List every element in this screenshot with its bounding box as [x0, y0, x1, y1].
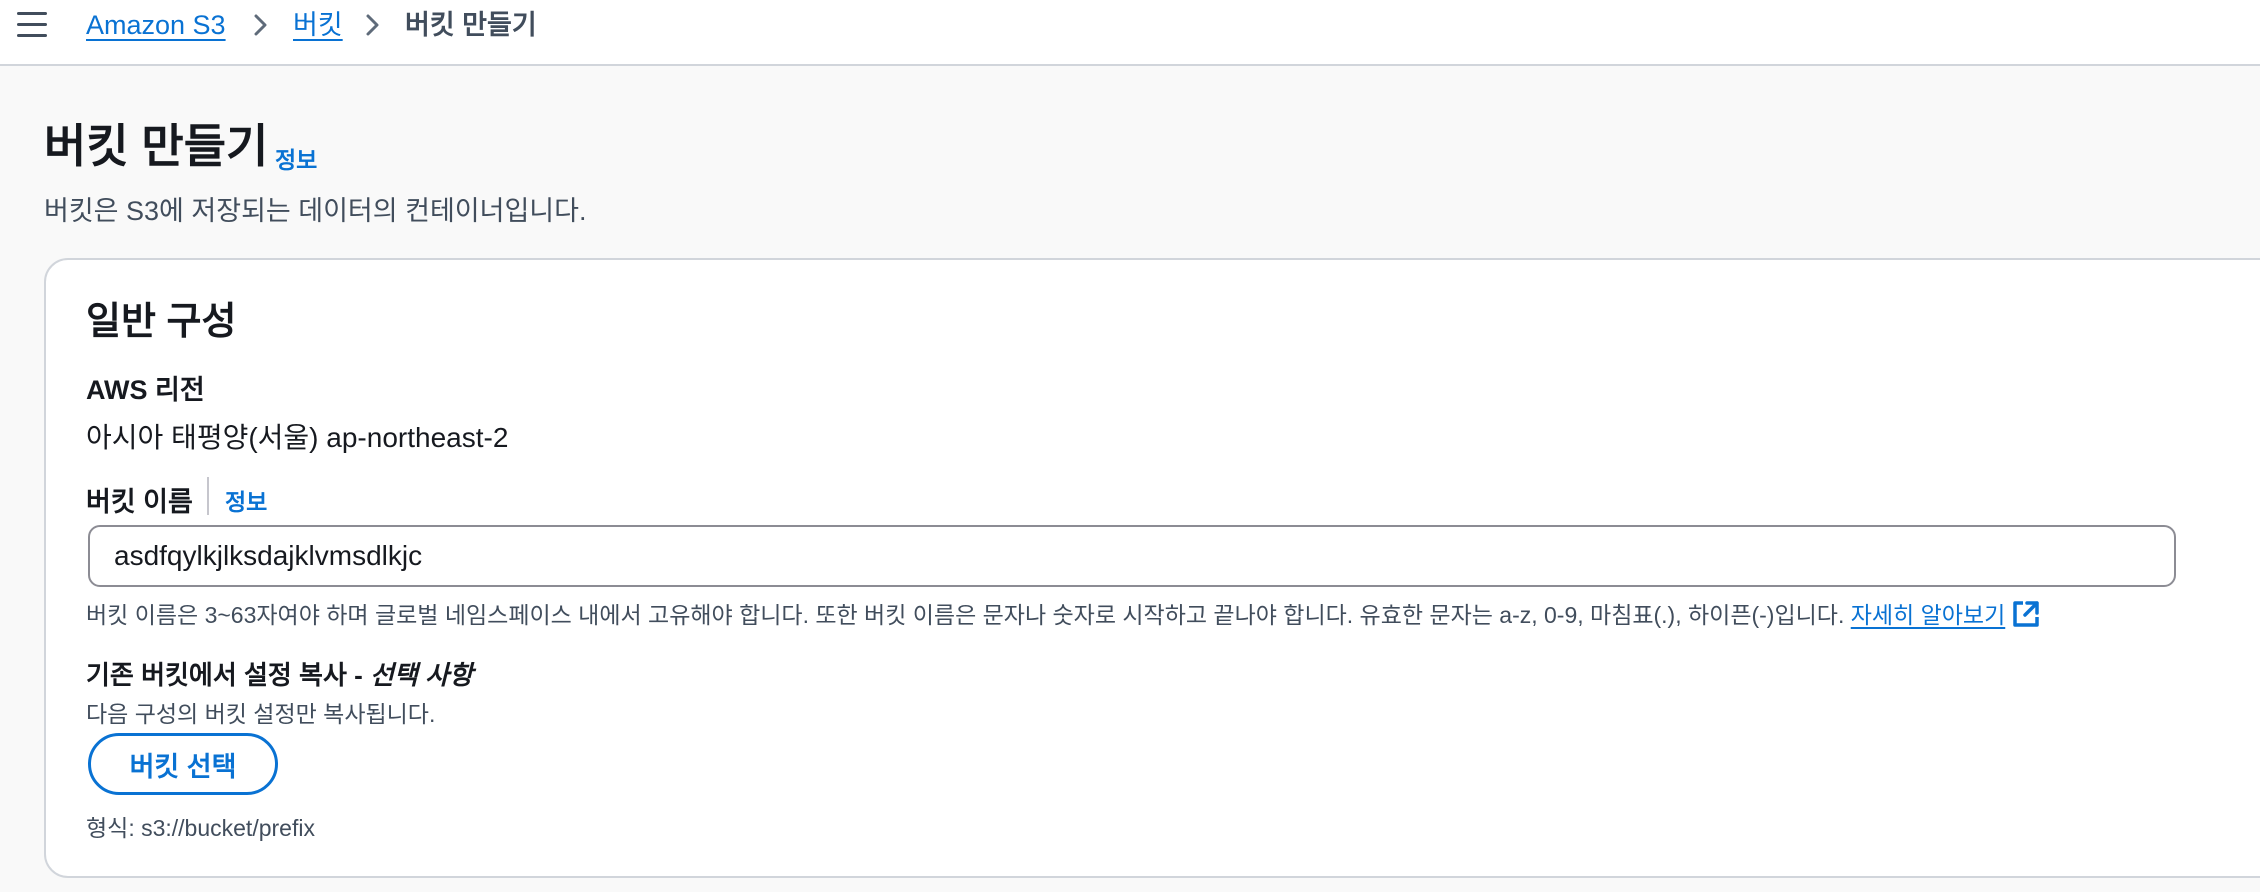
copy-settings-title: 기존 버킷에서 설정 복사 - 선택 사항 — [86, 655, 473, 692]
bucket-name-info-link[interactable]: 정보 — [225, 483, 267, 517]
bucket-name-hint-text: 버킷 이름은 3~63자여야 하며 글로벌 네임스페이스 내에서 고유해야 합니… — [86, 602, 1845, 628]
optional-label: 선택 사항 — [370, 660, 473, 690]
breadcrumb-amazon-s3[interactable]: Amazon S3 — [86, 8, 226, 42]
copy-settings-description: 다음 구성의 버킷 설정만 복사됩니다. — [86, 701, 436, 727]
breadcrumb-create-bucket: 버킷 만들기 — [405, 10, 537, 40]
region-label: AWS 리전 — [86, 375, 205, 405]
choose-bucket-button[interactable]: 버킷 선택 — [88, 733, 278, 795]
bucket-name-input[interactable] — [88, 525, 2176, 587]
page-title: 버킷 만들기 — [44, 120, 269, 172]
bucket-name-constraint-hint: 버킷 이름은 3~63자여야 하며 글로벌 네임스페이스 내에서 고유해야 합니… — [86, 596, 2041, 635]
top-navigation-bar: Amazon S3 버킷 버킷 만들기 — [0, 0, 2260, 66]
learn-more-link[interactable]: 자세히 알아보기 — [1851, 601, 2042, 628]
bucket-name-label: 버킷 이름 — [86, 487, 193, 517]
breadcrumb-buckets[interactable]: 버킷 — [293, 8, 343, 42]
page-info-link[interactable]: 정보 — [275, 141, 317, 175]
panel-title: 일반 구성 — [86, 301, 237, 343]
learn-more-label[interactable]: 자세히 알아보기 — [1851, 602, 2006, 628]
copy-settings-title-text: 기존 버킷에서 설정 복사 - — [86, 660, 363, 690]
external-link-icon[interactable] — [2011, 599, 2041, 635]
label-divider — [207, 477, 209, 515]
region-value: 아시아 태평양(서울) ap-northeast-2 — [86, 422, 509, 453]
chevron-right-icon — [250, 10, 272, 40]
page-description: 버킷은 S3에 저장되는 데이터의 컨테이너입니다. — [44, 196, 587, 226]
format-hint: 형식: s3://bucket/prefix — [86, 815, 315, 841]
menu-icon[interactable] — [17, 12, 47, 38]
chevron-right-icon — [362, 10, 384, 40]
